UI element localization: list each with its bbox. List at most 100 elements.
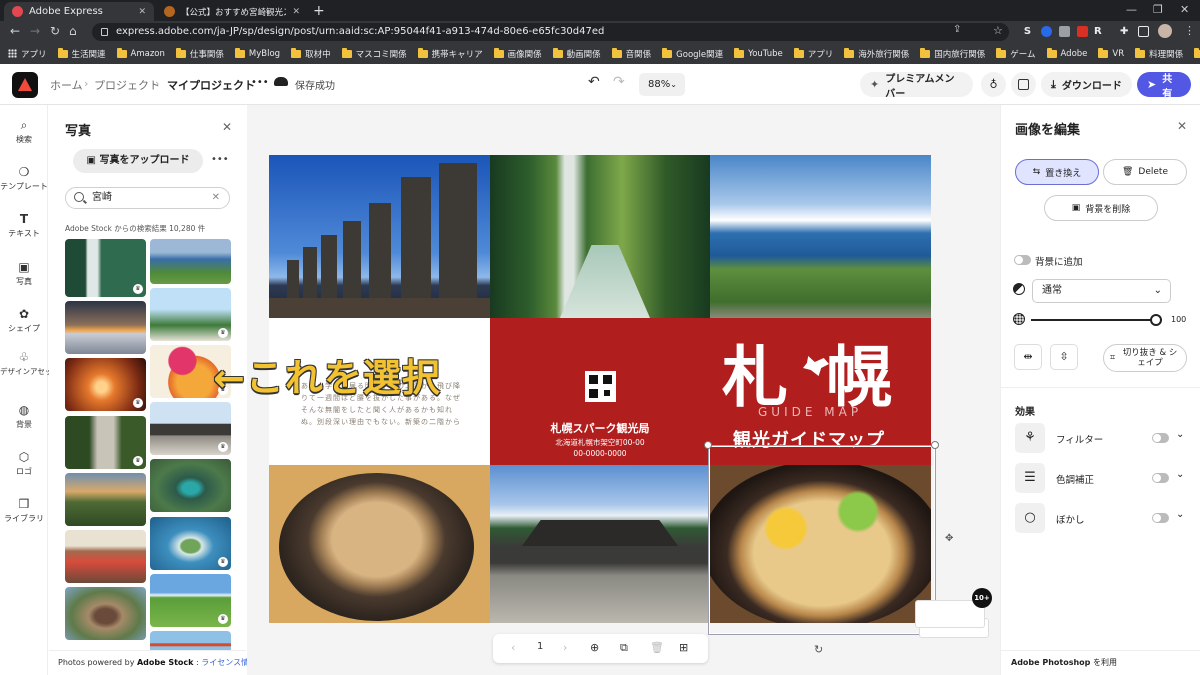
bookmark-folder[interactable]: Adobe (1046, 47, 1087, 59)
photo-thumb-coast[interactable] (150, 239, 231, 284)
home-icon[interactable]: ⌂ (69, 24, 77, 38)
bookmark-folder[interactable]: 動画関係 (552, 47, 601, 60)
bookmark-folder[interactable]: 料理関係 (1135, 47, 1183, 60)
photo-thumb-festival[interactable] (65, 530, 146, 583)
maximize-window-icon[interactable]: ❐ (1153, 3, 1163, 16)
browser-tab-adobe-express[interactable]: Adobe Express ✕ (4, 2, 154, 21)
hints-bulb-button[interactable]: ♁ (981, 72, 1006, 97)
filter-toggle[interactable] (1152, 433, 1169, 443)
opacity-slider-knob[interactable] (1150, 314, 1162, 326)
image-chicken-bowl[interactable] (269, 465, 490, 623)
nav-item-photos[interactable]: ▣ 写真 (0, 252, 48, 296)
photo-thumb-palms[interactable]: ♛ (150, 288, 231, 341)
reload-icon[interactable]: ↻ (50, 24, 60, 38)
address-bar[interactable]: express.adobe.com/ja-JP/sp/design/post/u… (92, 23, 1009, 41)
delete-page-icon[interactable]: 🗑 (650, 641, 664, 654)
effect-adjust[interactable]: ☰ 色調補正 ⌄ (1015, 463, 1200, 493)
opacity-slider[interactable] (1031, 314, 1162, 326)
bookmark-folder[interactable]: Google関連 (662, 47, 723, 60)
premium-member-button[interactable]: ✦ プレミアムメンバー (860, 72, 973, 100)
breadcrumb-home[interactable]: ホーム (50, 77, 83, 93)
chevron-down-icon[interactable]: ⌄ (1176, 509, 1184, 520)
nav-item-text[interactable]: T テキスト (0, 212, 48, 239)
nav-item-shapes[interactable]: ✿ シェイプ (0, 307, 48, 334)
extension-blue-icon[interactable] (1041, 26, 1052, 37)
adobe-express-logo[interactable] (12, 72, 38, 98)
photo-thumb-shrine[interactable]: ♛ (150, 402, 231, 455)
close-window-icon[interactable]: ✕ (1180, 3, 1189, 16)
blend-mode-select[interactable]: 通常 ⌄ (1032, 279, 1171, 303)
adjust-toggle[interactable] (1152, 473, 1169, 483)
profile-avatar[interactable] (1158, 24, 1172, 38)
nav-item-design-assets[interactable]: ♧ デザインアセット (0, 350, 60, 377)
upload-photo-button[interactable]: ▣ 写真をアップロード (73, 149, 203, 173)
chevron-down-icon[interactable]: ⌄ (1176, 469, 1184, 480)
breadcrumb-my-project[interactable]: マイプロジェクト (167, 77, 255, 93)
nav-item-background[interactable]: ◍ 背景 (0, 403, 48, 430)
nav-item-library[interactable]: ❒ ライブラリ (0, 497, 48, 524)
effect-blur[interactable]: ○ ぼかし ⌄ (1015, 503, 1200, 533)
selection-handle[interactable] (704, 441, 712, 449)
bookmark-folder[interactable]: 海外旅行関係 (844, 47, 909, 60)
remove-background-button[interactable]: ▣ 背景を削除 (1044, 195, 1158, 221)
bookmark-folder[interactable]: 国内旅行関係 (920, 47, 985, 60)
photo-thumb-crater[interactable] (65, 587, 146, 640)
download-button[interactable]: ⤓ ダウンロード (1041, 72, 1132, 97)
undo-icon[interactable]: ↶ (588, 74, 600, 90)
more-options-button[interactable]: ••• (251, 77, 269, 88)
browser-tab-miyazaki[interactable]: 【公式】おすすめ宮崎観光スポット/… ✕ (156, 2, 308, 21)
minimize-window-icon[interactable]: — (1126, 3, 1137, 16)
replace-button[interactable]: ⇆ 置き換え (1015, 159, 1099, 185)
redo-icon[interactable]: ↷ (613, 74, 625, 90)
bookmark-folder[interactable]: 生活関連 (57, 47, 106, 60)
breadcrumb-projects[interactable]: プロジェクト (94, 77, 160, 93)
add-page-icon[interactable]: ⊕ (590, 641, 599, 654)
flip-vertical-button[interactable]: ⇳ (1050, 344, 1078, 370)
next-page-icon[interactable]: › (563, 641, 567, 654)
extension-r-icon[interactable]: R (1094, 26, 1105, 37)
image-coast[interactable] (710, 155, 931, 318)
nav-item-search[interactable]: ⌕ 検索 (0, 118, 48, 145)
bookmark-folder[interactable]: ゲーム (996, 47, 1036, 60)
zoom-select[interactable]: 88% ⌄ (639, 73, 685, 96)
effect-filter[interactable]: ⚘ フィルター ⌄ (1015, 423, 1200, 453)
selection-handle[interactable] (931, 441, 939, 449)
add-to-background-toggle[interactable] (1014, 255, 1031, 265)
photo-thumb-sunrise-clouds[interactable] (65, 301, 146, 354)
flip-horizontal-button[interactable]: ⇹ (1014, 344, 1042, 370)
crop-shape-button[interactable]: ⌗ 切り抜き & シェイプ (1103, 344, 1187, 372)
nav-item-templates[interactable]: ❍ テンプレート (0, 165, 48, 192)
photo-thumb-landscape[interactable] (65, 473, 146, 526)
browser-menu-icon[interactable]: ⋮ (1184, 24, 1195, 37)
close-panel-icon[interactable]: ✕ (222, 120, 232, 134)
photo-thumb-sunset-palm[interactable]: ♛ (65, 358, 146, 411)
clear-search-icon[interactable]: ✕ (212, 188, 220, 207)
bookmark-folder[interactable]: YouTube (734, 47, 783, 59)
bookmark-folder[interactable]: MyBlog (234, 47, 280, 59)
bookmark-folder[interactable]: AI (1194, 47, 1200, 59)
bookmark-apps[interactable]: アプリ (8, 48, 47, 60)
close-tab-icon[interactable]: ✕ (138, 7, 146, 17)
photo-thumb-crater-lake[interactable] (150, 459, 231, 512)
extension-red-icon[interactable] (1077, 26, 1088, 37)
share-button[interactable]: ➤ 共有 (1137, 72, 1191, 100)
photo-search-input[interactable]: 宮崎 ✕ (65, 187, 230, 209)
prev-page-icon[interactable]: ‹ (511, 641, 515, 654)
photo-thumb-torii[interactable] (150, 631, 231, 650)
share-page-icon[interactable]: ⇪ (953, 24, 961, 35)
image-shrine[interactable] (490, 465, 710, 623)
photo-thumb-waterfall[interactable]: ♛ (65, 239, 146, 297)
bookmark-folder[interactable]: 画像関係 (493, 47, 542, 60)
move-handle-icon[interactable]: ✥ (945, 533, 953, 544)
photo-thumb-shrine-path[interactable]: ♛ (65, 416, 146, 469)
new-tab-icon[interactable]: + (313, 3, 325, 19)
grid-view-icon[interactable]: ⊞ (679, 641, 688, 654)
page-stack-thumbnail[interactable]: 10+ (915, 588, 992, 642)
photo-thumb-island[interactable]: ♛ (150, 517, 231, 570)
image-gorge-waterfall[interactable] (490, 155, 710, 318)
nav-item-logo[interactable]: ⬡ ロゴ (0, 450, 48, 477)
bookmark-folder[interactable]: 携帯キャリア (417, 47, 483, 60)
sidebar-icon[interactable] (1138, 26, 1149, 37)
extension-gray-icon[interactable] (1059, 26, 1070, 37)
bookmark-folder[interactable]: マスコミ関係 (341, 47, 407, 60)
